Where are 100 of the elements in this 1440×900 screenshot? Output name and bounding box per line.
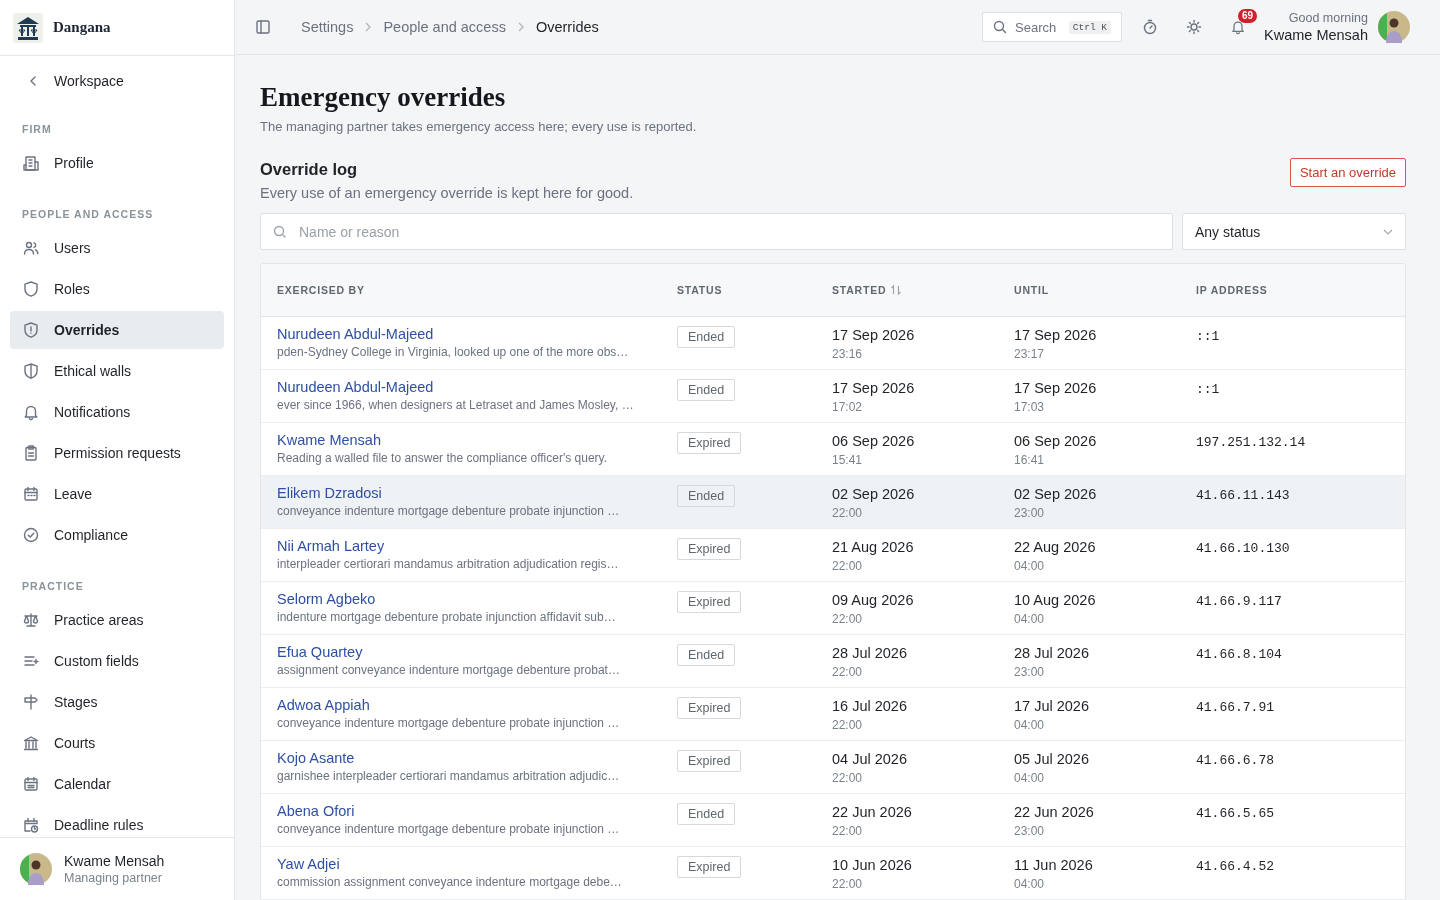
breadcrumb-link[interactable]: People and access — [383, 19, 506, 35]
sidebar-item[interactable]: Roles — [10, 270, 224, 308]
start-date: 16 Jul 2026 — [832, 698, 907, 714]
bank-icon — [22, 734, 40, 752]
sidebar-item[interactable]: Practice areas — [10, 601, 224, 639]
table-row[interactable]: Nurudeen Abdul-Majeed ever since 1966, when designers at Letraset and James Mosley, … Ended 17 Sep 2026 17:02 17 Sep 2026 17:03 ::1 — [261, 370, 1405, 423]
sidebar-item[interactable]: Leave — [10, 475, 224, 513]
status-badge: Ended — [677, 326, 736, 348]
user-link[interactable]: Nurudeen Abdul-Majeed — [277, 379, 434, 395]
user-link[interactable]: Kojo Asante — [277, 750, 355, 766]
shield-icon — [22, 362, 40, 380]
notification-count: 69 — [1238, 9, 1258, 23]
bell-icon — [22, 403, 40, 421]
status-select[interactable]: Any status — [1182, 213, 1406, 250]
section-heading: PRACTICE — [21, 579, 85, 594]
end-date: 06 Sep 2026 — [1014, 433, 1097, 449]
shield-alert-icon — [22, 321, 40, 339]
start-date: 21 Aug 2026 — [832, 539, 914, 555]
table-row[interactable]: Selorm Agbeko indenture mortgage debenture probate injunction affidavit sub… Expired 09 Aug 2026 22:00 10 Aug 2026 04:00 41.66.9.117 — [261, 582, 1405, 635]
sun-icon[interactable] — [1186, 19, 1203, 35]
ip-address: 41.66.7.91 — [1196, 700, 1274, 715]
user-role: Managing partner — [64, 871, 163, 885]
end-date: 11 Jun 2026 — [1014, 857, 1093, 873]
start-time: 17:02 — [832, 400, 864, 414]
section-heading: PEOPLE AND ACCESS — [21, 207, 155, 222]
sidebar-item[interactable]: Compliance — [10, 516, 224, 554]
sidebar-item[interactable]: Profile — [10, 144, 224, 182]
sidebar-item[interactable]: Overrides — [10, 311, 224, 349]
reason-text: conveyance indenture mortgage debenture probate injunction … — [277, 716, 620, 730]
search-icon — [993, 20, 1008, 34]
table-row[interactable]: Elikem Dzradosi conveyance indenture mortgage debenture probate injunction … Ended 02 Sep 2026 22:00 02 Sep 2026 23:00 41.66.11.143 — [261, 476, 1405, 529]
stopwatch-icon[interactable] — [1142, 19, 1159, 35]
end-date: 02 Sep 2026 — [1014, 486, 1097, 502]
reason-text: conveyance indenture mortgage debenture probate injunction … — [277, 822, 620, 836]
user-link[interactable]: Yaw Adjei — [277, 856, 340, 872]
user-link[interactable]: Nurudeen Abdul-Majeed — [277, 326, 434, 342]
sidebar-item[interactable]: Calendar — [10, 765, 224, 803]
user-link[interactable]: Selorm Agbeko — [277, 591, 376, 607]
sidebar-item[interactable]: Courts — [10, 724, 224, 762]
search-field[interactable]: Search Ctrl K — [982, 12, 1123, 42]
reason-text: conveyance indenture mortgage debenture probate injunction … — [277, 504, 620, 518]
reason-text: garnishee interpleader certiorari mandamus arbitration adjudic… — [277, 769, 620, 783]
ip-address: 197.251.132.14 — [1196, 435, 1306, 450]
sidebar-item[interactable]: Deadline rules — [10, 806, 224, 837]
user-link[interactable]: Elikem Dzradosi — [277, 485, 382, 501]
table-row[interactable]: Efua Quartey assignment conveyance indenture mortgage debenture probat… Ended 28 Jul 2026 22:00 28 Jul 2026 23:00 41.66.8.104 — [261, 635, 1405, 688]
sidebar-item[interactable]: Custom fields — [10, 642, 224, 680]
chevron-right-icon — [365, 22, 372, 32]
section-title: Override log — [260, 160, 358, 179]
ip-address: 41.66.10.130 — [1196, 541, 1290, 556]
table-row[interactable]: Yaw Adjei commission assignment conveyance indenture mortgage debe… Expired 10 Jun 2026 22:00 11 Jun 2026 04:00 41.66.4.52 — [261, 847, 1405, 900]
ip-address: ::1 — [1196, 382, 1220, 397]
page-subtitle: The managing partner takes emergency access here; every use is reported. — [260, 119, 698, 134]
end-date: 17 Sep 2026 — [1014, 380, 1097, 396]
end-date: 17 Sep 2026 — [1014, 327, 1097, 343]
sidebar-item[interactable]: Ethical walls — [10, 352, 224, 390]
table-row[interactable]: Nurudeen Abdul-Majeed pden-Sydney College in Virginia, looked up one of the more obs… Ended 17 Sep 2026 23:16 17 Sep 2026 23:17 ::1 — [261, 317, 1405, 370]
ip-address: 41.66.6.78 — [1196, 753, 1274, 768]
start-date: 17 Sep 2026 — [832, 380, 915, 396]
user-link[interactable]: Efua Quartey — [277, 644, 363, 660]
user-link[interactable]: Abena Ofori — [277, 803, 355, 819]
reason-text: commission assignment conveyance indenture mortgage debe… — [277, 875, 622, 889]
sort-icon[interactable] — [890, 284, 903, 296]
chevron-left-icon — [30, 76, 36, 86]
reason-text: Reading a walled file to answer the compliance officer's query. — [277, 451, 608, 465]
reason-text: indenture mortgage debenture probate injunction affidavit sub… — [277, 610, 616, 624]
end-time: 23:00 — [1014, 665, 1046, 679]
back-link[interactable]: Workspace — [10, 62, 224, 100]
status-badge: Expired — [677, 750, 742, 772]
user-link[interactable]: Nii Armah Lartey — [277, 538, 385, 554]
scales-icon — [22, 611, 40, 629]
end-time: 23:17 — [1014, 347, 1046, 361]
brand-name: Dangana — [53, 19, 111, 36]
start-time: 22:00 — [832, 771, 864, 785]
user-link[interactable]: Adwoa Appiah — [277, 697, 370, 713]
table-row[interactable]: Kojo Asante garnishee interpleader certiorari mandamus arbitration adjudic… Expired 04 Jul 2026 22:00 05 Jul 2026 04:00 41.66.6.78 — [261, 741, 1405, 794]
end-time: 04:00 — [1014, 877, 1046, 891]
sidebar-item[interactable]: Users — [10, 229, 224, 267]
table-row[interactable]: Nii Armah Lartey interpleader certiorari mandamus arbitration adjudication regis… Expired 21 Aug 2026 22:00 22 Aug 2026 04:00 41.66.10.130 — [261, 529, 1405, 582]
sidebar-item[interactable]: Stages — [10, 683, 224, 721]
bell-icon[interactable] — [1230, 19, 1247, 35]
user-link[interactable]: Kwame Mensah — [277, 432, 381, 448]
start-time: 15:41 — [832, 453, 864, 467]
start-override-button[interactable]: Start an override — [1289, 158, 1406, 187]
ip-address: 41.66.8.104 — [1196, 647, 1282, 662]
building-icon — [22, 154, 40, 172]
sidebar-item[interactable]: Permission requests — [10, 434, 224, 472]
sidebar-item[interactable]: Notifications — [10, 393, 224, 431]
table-row[interactable]: Adwoa Appiah conveyance indenture mortgage debenture probate injunction … Expired 16 Jul 2026 22:00 17 Jul 2026 04:00 41.66.7.91 — [261, 688, 1405, 741]
column-header[interactable]: STARTED — [832, 284, 887, 296]
start-date: 22 Jun 2026 — [832, 804, 912, 820]
breadcrumb-link[interactable]: Overrides — [535, 19, 599, 35]
check-circle-icon — [22, 526, 40, 544]
breadcrumb-link[interactable]: Settings — [301, 19, 354, 35]
table-row[interactable]: Abena Ofori conveyance indenture mortgage debenture probate injunction … Ended 22 Jun 2026 22:00 22 Jun 2026 23:00 41.66.5.65 — [261, 794, 1405, 847]
calendar-icon — [22, 485, 40, 503]
sidebar-toggle-icon[interactable] — [255, 19, 271, 35]
ip-address: 41.66.9.117 — [1196, 594, 1282, 609]
end-date: 22 Aug 2026 — [1014, 539, 1096, 555]
ip-address: 41.66.4.52 — [1196, 859, 1274, 874]
